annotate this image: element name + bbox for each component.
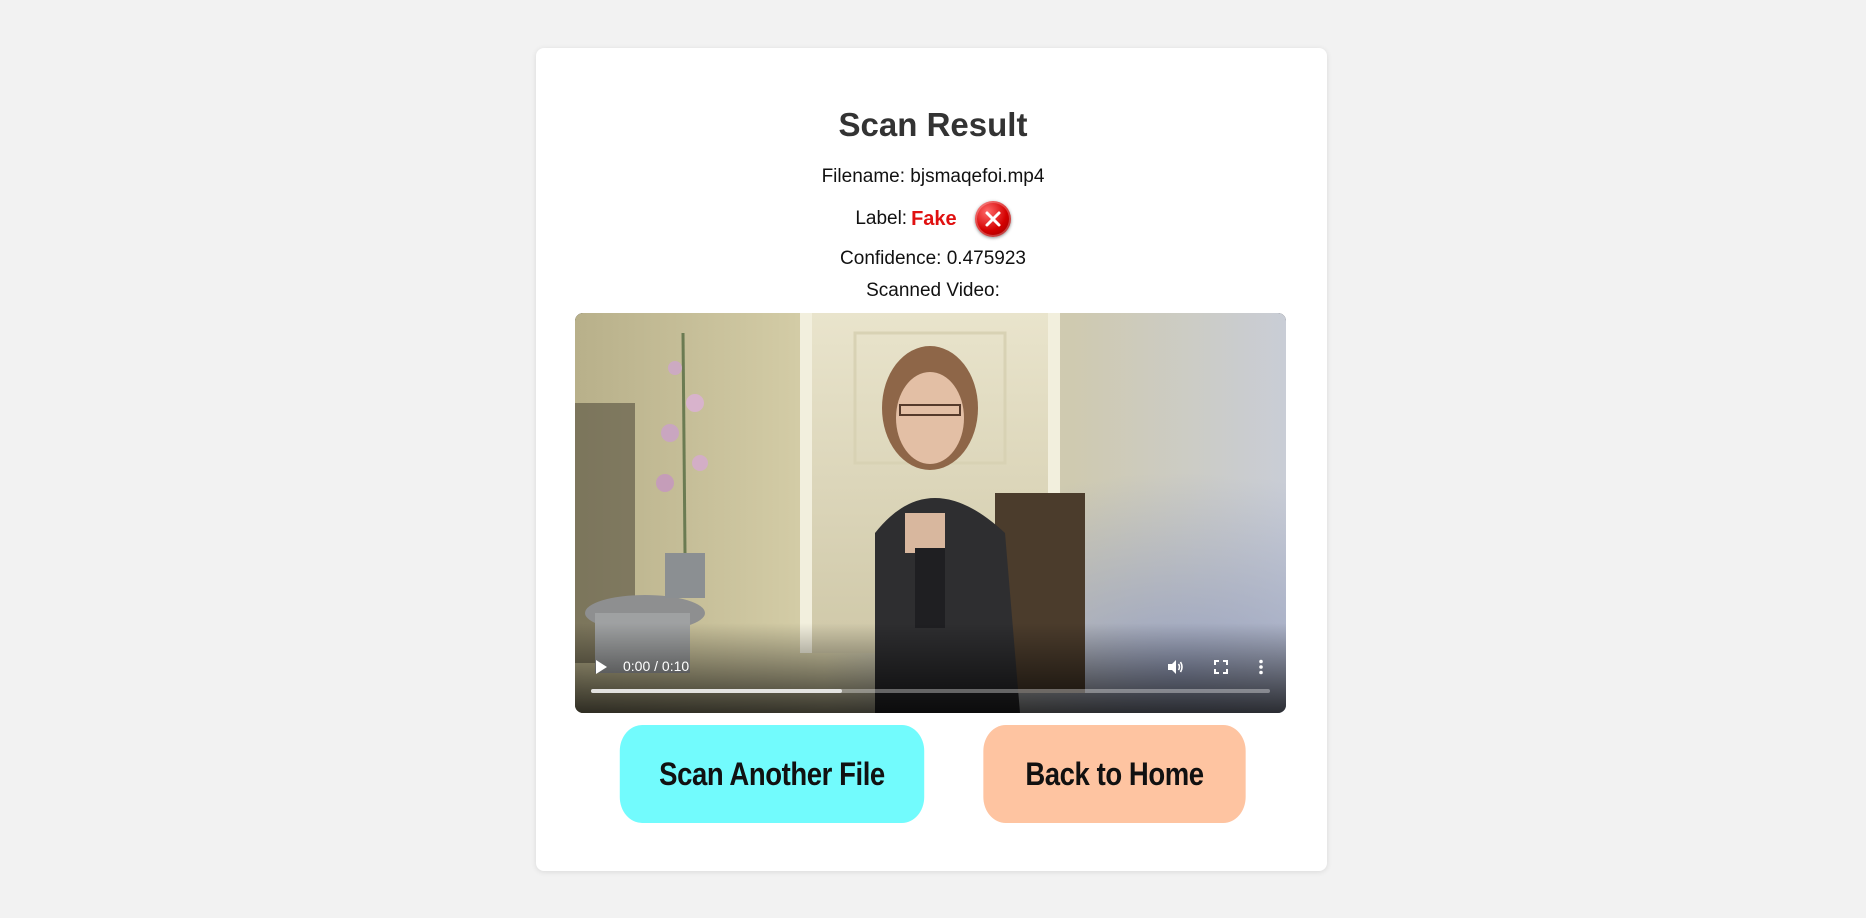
filename-row: Filename: bjsmaqefoi.mp4 bbox=[0, 166, 1866, 188]
video-caption: Scanned Video: bbox=[866, 280, 1000, 301]
more-vert-icon[interactable] bbox=[1250, 656, 1272, 678]
back-to-home-button[interactable]: Back to Home bbox=[983, 725, 1246, 823]
label-label: Label: bbox=[855, 208, 908, 229]
video-progress-bar[interactable] bbox=[591, 689, 1270, 693]
label-value: Fake bbox=[911, 207, 957, 230]
confidence-value: 0.475923 bbox=[946, 248, 1026, 269]
video-progress-fill bbox=[591, 689, 843, 693]
label-row: Label: Fake bbox=[0, 201, 1866, 237]
scan-another-label: Scan Another File bbox=[659, 755, 885, 792]
red-x-circle-icon bbox=[974, 201, 1011, 237]
page-title: Scan Result bbox=[838, 106, 1028, 143]
filename-label: Filename: bbox=[821, 166, 911, 187]
scan-another-file-button[interactable]: Scan Another File bbox=[619, 725, 925, 823]
filename-value: bjsmaqefoi.mp4 bbox=[910, 166, 1045, 187]
video-player[interactable]: 0:00 / 0:10 bbox=[575, 313, 1286, 713]
confidence-label: Confidence: bbox=[840, 248, 947, 269]
fullscreen-icon[interactable] bbox=[1210, 656, 1232, 678]
video-time: 0:00 / 0:10 bbox=[623, 658, 690, 674]
volume-icon[interactable] bbox=[1164, 656, 1186, 678]
back-home-label: Back to Home bbox=[1025, 755, 1204, 792]
confidence-row: Confidence: 0.475923 bbox=[0, 248, 1866, 270]
play-icon[interactable] bbox=[591, 657, 611, 677]
